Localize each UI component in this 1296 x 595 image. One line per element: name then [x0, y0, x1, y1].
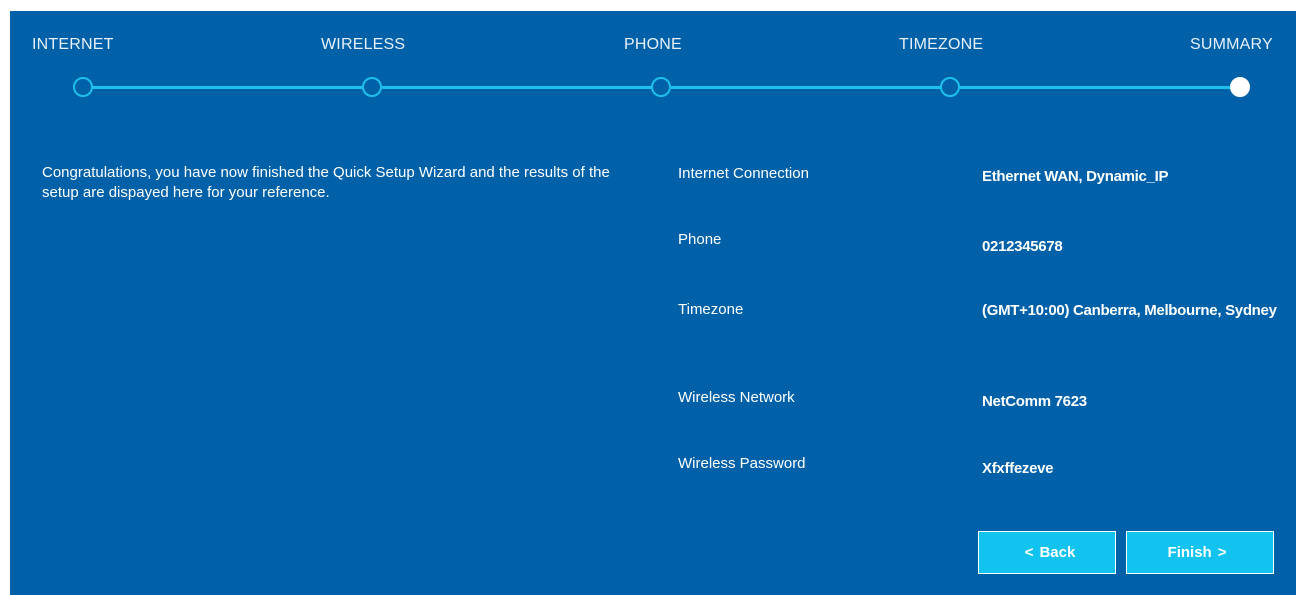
- step-label-phone: PHONE: [624, 36, 682, 53]
- progress-segment: [92, 86, 378, 89]
- step-node-summary: [1230, 77, 1250, 97]
- step-node-phone: [651, 77, 671, 97]
- summary-value-wireless-network: NetComm 7623: [982, 393, 1087, 410]
- step-node-wireless: [362, 77, 382, 97]
- back-button-label: Back: [1039, 544, 1076, 561]
- summary-label-internet-connection: Internet Connection: [678, 165, 809, 182]
- chevron-right-icon: >: [1217, 544, 1227, 561]
- summary-value-phone: 0212345678: [982, 238, 1063, 255]
- finish-button[interactable]: Finish >: [1126, 531, 1274, 574]
- summary-value-internet-connection: Ethernet WAN, Dynamic_IP: [982, 168, 1169, 185]
- summary-value-wireless-password: Xfxffezeve: [982, 460, 1054, 477]
- step-label-summary: SUMMARY: [1190, 36, 1273, 53]
- step-node-internet: [73, 77, 93, 97]
- chevron-left-icon: <: [1024, 544, 1034, 561]
- progress-segment: [382, 86, 658, 89]
- progress-segment: [671, 86, 947, 89]
- summary-label-wireless-network: Wireless Network: [678, 389, 795, 406]
- step-label-timezone: TIMEZONE: [899, 36, 984, 53]
- summary-value-timezone: (GMT+10:00) Canberra, Melbourne, Sydney: [982, 302, 1277, 319]
- setup-wizard-panel: INTERNET WIRELESS PHONE TIMEZONE SUMMARY…: [10, 11, 1296, 595]
- summary-label-wireless-password: Wireless Password: [678, 455, 806, 472]
- progress-segment: [960, 86, 1236, 89]
- back-button[interactable]: < Back: [978, 531, 1116, 574]
- summary-label-phone: Phone: [678, 231, 722, 248]
- finish-button-label: Finish: [1167, 544, 1212, 561]
- step-label-internet: INTERNET: [32, 36, 114, 53]
- step-node-timezone: [940, 77, 960, 97]
- step-label-wireless: WIRELESS: [321, 36, 406, 53]
- summary-label-timezone: Timezone: [678, 301, 744, 318]
- completion-message: Congratulations, you have now finished t…: [42, 164, 610, 201]
